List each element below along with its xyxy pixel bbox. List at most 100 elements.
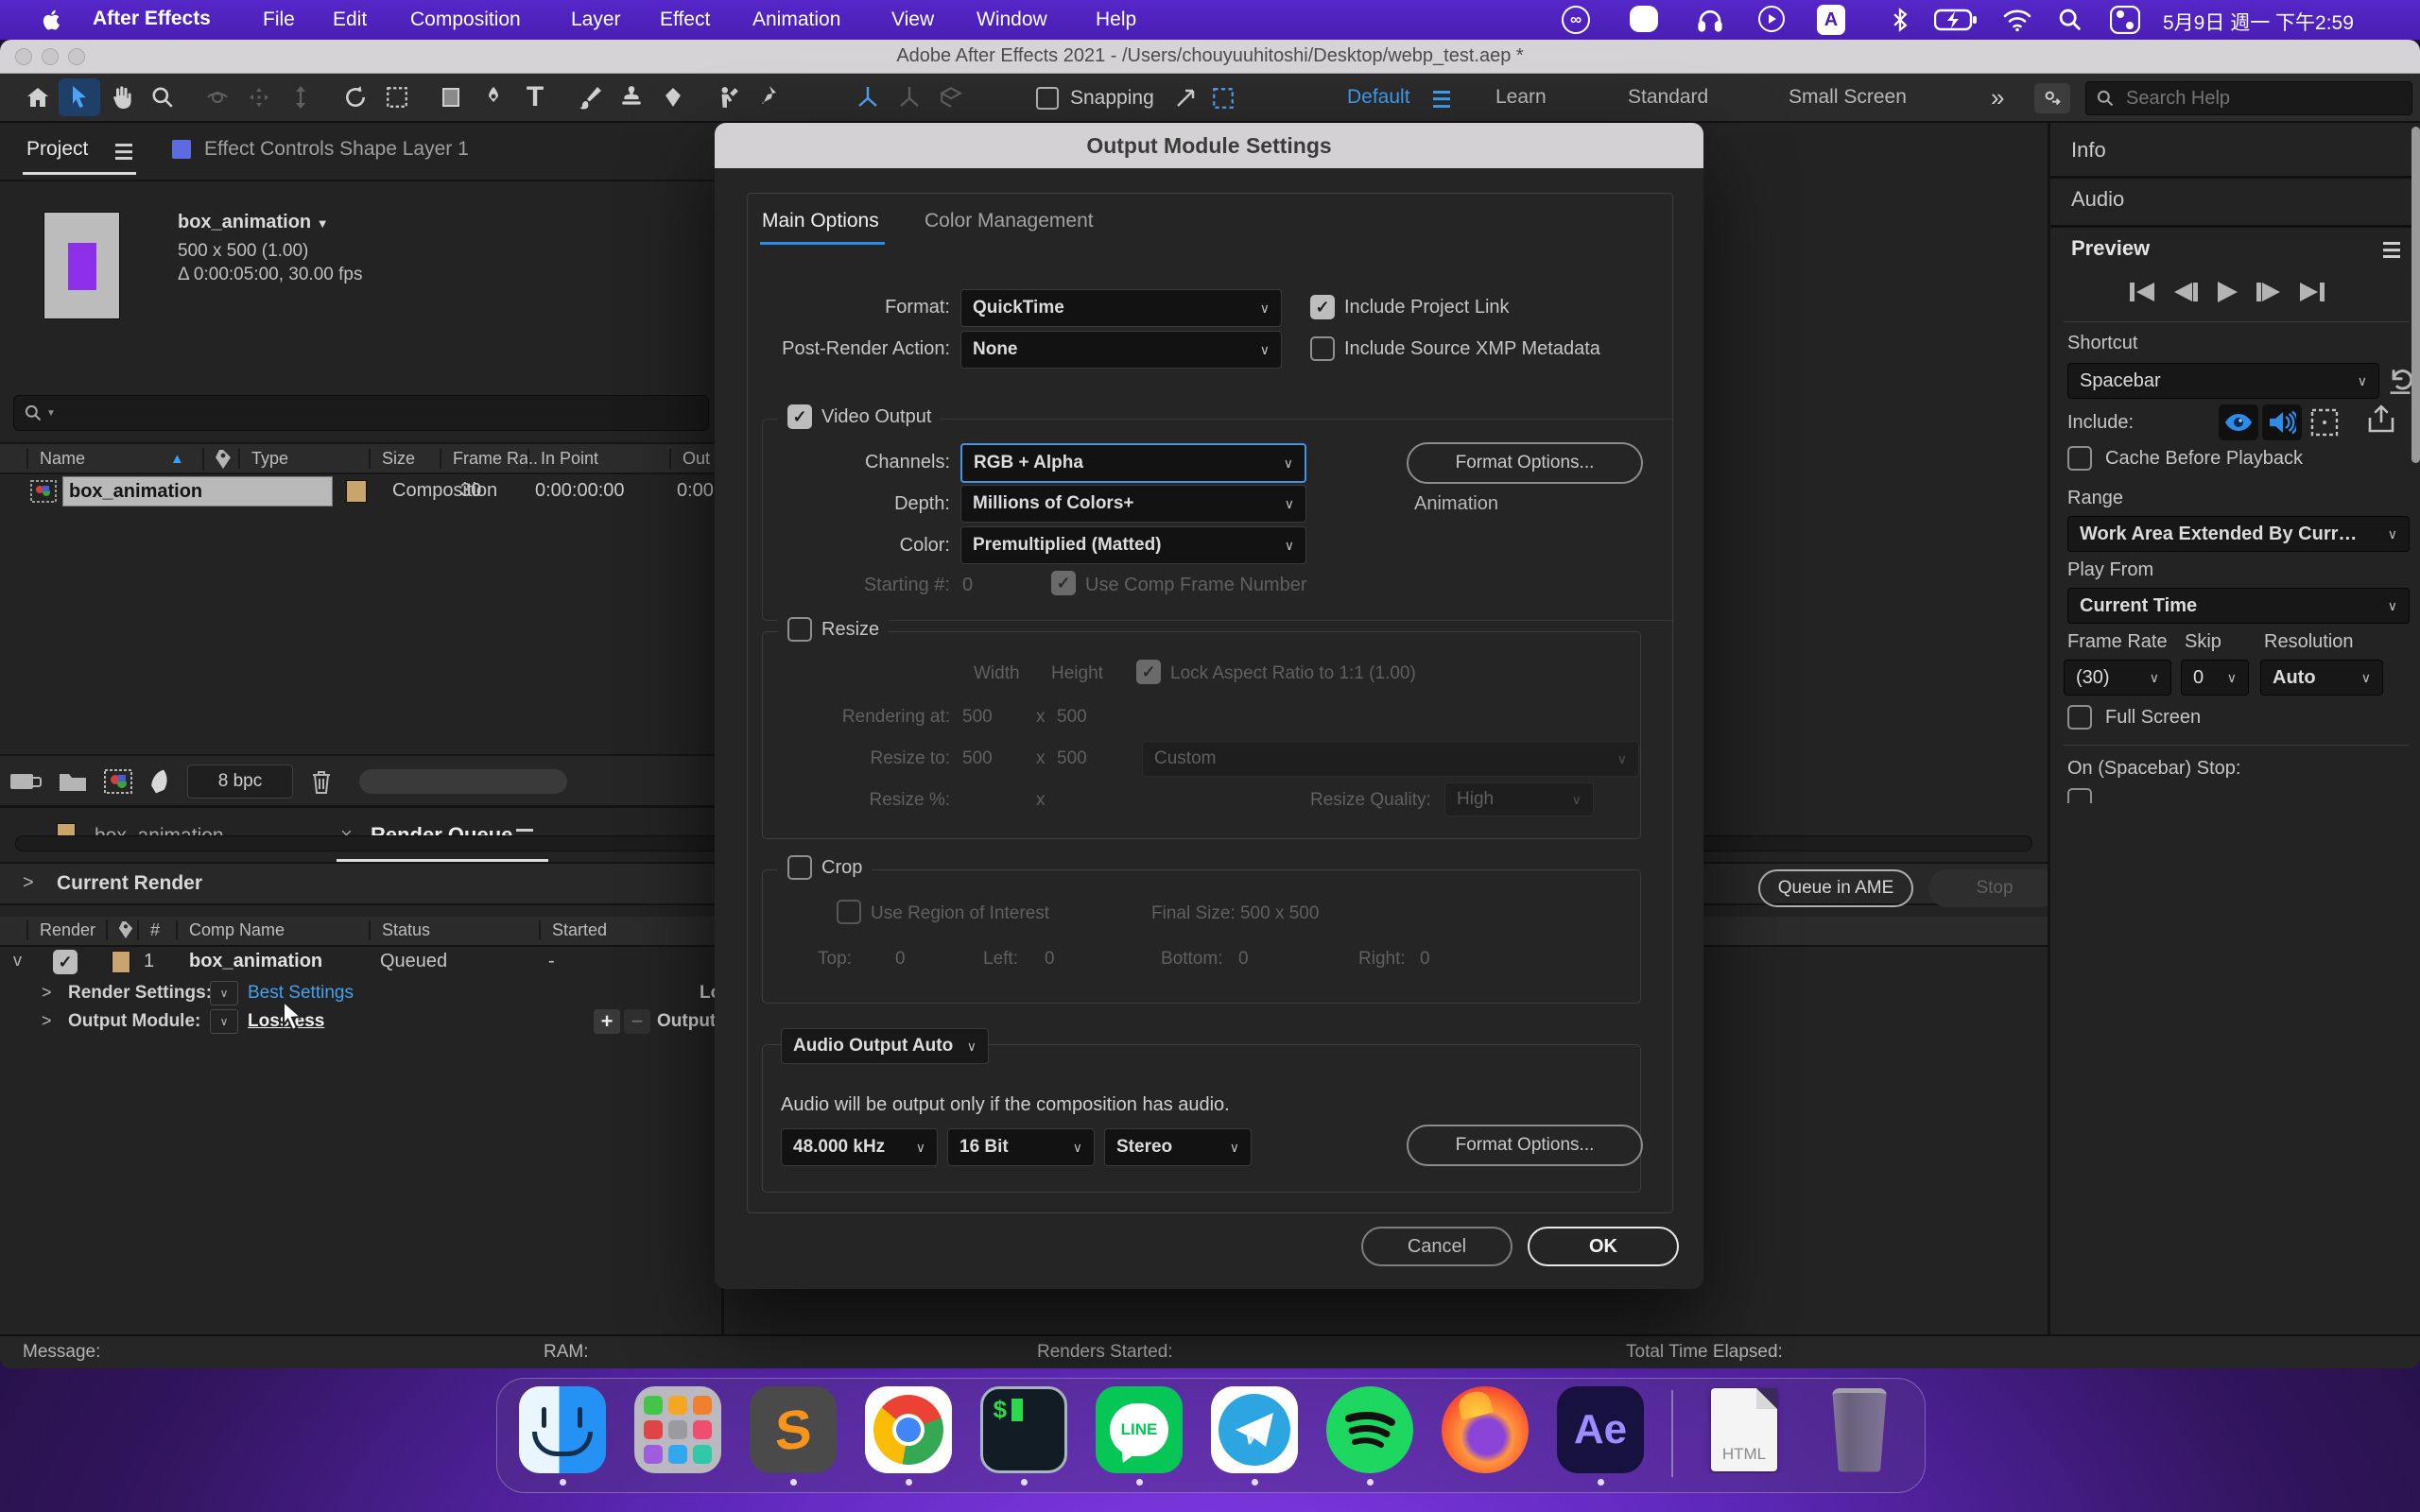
roi-checkbox[interactable] xyxy=(837,900,861,924)
include-audio-button[interactable] xyxy=(2262,404,2302,440)
rq-col-label-icon[interactable] xyxy=(106,919,134,940)
rq-row-expand[interactable]: v xyxy=(13,951,22,971)
control-center-icon[interactable] xyxy=(2110,6,2140,34)
hand-tool[interactable] xyxy=(100,78,142,116)
interpret-footage-icon[interactable] xyxy=(9,769,42,794)
rq-row-label-color[interactable] xyxy=(112,951,130,973)
project-hscrollbar[interactable] xyxy=(359,769,567,794)
shape-tool[interactable] xyxy=(431,78,473,116)
workspace-small-screen[interactable]: Small Screen xyxy=(1789,86,1907,109)
om-chevron[interactable]: > xyxy=(42,1011,52,1031)
dock-line[interactable]: LINE xyxy=(1095,1379,1184,1492)
menu-clock[interactable]: 5月9日 週一 下午2:59 xyxy=(2163,8,2354,36)
row-name-selected[interactable]: box_animation xyxy=(62,476,333,507)
include-overlays-button[interactable] xyxy=(2308,406,2342,438)
skip-dropdown[interactable]: 0 ∨ xyxy=(2181,660,2249,696)
panel-preview[interactable]: Preview xyxy=(2071,236,2150,261)
world-axis-icon[interactable] xyxy=(889,78,930,116)
audio-rate-dropdown[interactable]: 48.000 kHz ∨ xyxy=(781,1128,938,1166)
workspace-overflow[interactable]: » xyxy=(1991,83,2004,112)
depth-dropdown[interactable]: Millions of Colors+ ∨ xyxy=(960,485,1306,523)
rq-col-started[interactable]: Started xyxy=(539,920,607,940)
channels-dropdown[interactable]: RGB + Alpha ∨ xyxy=(960,443,1306,483)
dock-telegram[interactable] xyxy=(1210,1379,1299,1492)
rq-col-render[interactable]: Render xyxy=(26,920,95,940)
play-from-dropdown[interactable]: Current Time ∨ xyxy=(2067,588,2410,624)
brush-tool[interactable] xyxy=(569,78,611,116)
project-search-box[interactable]: ▼ xyxy=(13,395,709,431)
row-label-color[interactable] xyxy=(346,480,367,503)
stop-button[interactable]: Stop xyxy=(1928,869,2061,907)
creative-cloud-icon[interactable]: ∞ xyxy=(1562,6,1590,34)
menu-file[interactable]: File xyxy=(263,9,295,31)
rs-dropdown[interactable]: ∨ xyxy=(210,981,238,1005)
dock-firefox[interactable] xyxy=(1441,1379,1530,1492)
workspace-standard[interactable]: Standard xyxy=(1628,86,1708,109)
audio-depth-dropdown[interactable]: 16 Bit ∨ xyxy=(947,1128,1095,1166)
include-project-link-checkbox[interactable]: ✓ xyxy=(1310,295,1335,319)
last-frame-button[interactable] xyxy=(2298,280,2326,304)
search-help-input[interactable] xyxy=(2124,87,2393,111)
dialog-title-bar[interactable]: Output Module Settings xyxy=(715,123,1703,168)
cache-before-playback-checkbox[interactable] xyxy=(2067,446,2092,471)
new-composition-icon[interactable] xyxy=(104,769,132,794)
crop-left-value[interactable]: 0 xyxy=(1045,949,1055,970)
resize-checkbox[interactable] xyxy=(787,617,812,642)
clone-stamp-tool[interactable] xyxy=(611,78,652,116)
home-tool[interactable] xyxy=(17,78,59,116)
pen-tool[interactable] xyxy=(473,78,514,116)
panel-info[interactable]: Info xyxy=(2071,138,2106,163)
col-name[interactable]: Name xyxy=(26,449,85,469)
dock-trash[interactable] xyxy=(1815,1379,1904,1492)
rs-chevron[interactable]: > xyxy=(42,983,52,1003)
next-frame-button[interactable] xyxy=(2255,280,2283,304)
video-format-options-button[interactable]: Format Options... xyxy=(1407,442,1643,484)
resize-preset-dropdown[interactable]: Custom ∨ xyxy=(1142,741,1639,777)
eraser-tool[interactable] xyxy=(652,78,694,116)
workspace-settings-icon[interactable] xyxy=(2034,83,2070,113)
clipped-checkbox[interactable] xyxy=(2067,788,2092,803)
wifi-icon[interactable] xyxy=(2002,7,2032,33)
tab-main-options[interactable]: Main Options xyxy=(762,210,879,232)
bluetooth-icon[interactable] xyxy=(1887,6,1913,34)
new-folder-icon[interactable] xyxy=(59,770,87,793)
use-comp-frame-checkbox[interactable]: ✓ xyxy=(1051,571,1076,595)
dock-chrome[interactable] xyxy=(864,1379,953,1492)
menu-window[interactable]: Window xyxy=(977,9,1047,31)
rq-row[interactable]: v ✓ 1 box_animation Queued - xyxy=(0,947,721,981)
full-screen-checkbox[interactable] xyxy=(2067,705,2092,730)
pan-camera-tool[interactable] xyxy=(238,78,280,116)
line-status-icon[interactable] xyxy=(1630,6,1658,32)
workspace-default[interactable]: Default xyxy=(1347,86,1410,109)
menu-effect[interactable]: Effect xyxy=(660,9,710,31)
current-render-chevron[interactable]: > xyxy=(23,872,34,894)
rq-row-checkbox[interactable]: ✓ xyxy=(53,950,78,974)
preview-panel-menu[interactable] xyxy=(2383,242,2400,263)
tab-project[interactable]: Project xyxy=(26,138,88,161)
marquee-icon[interactable] xyxy=(1202,79,1244,117)
starting-number-value[interactable]: 0 xyxy=(962,575,973,596)
range-dropdown[interactable]: Work Area Extended By Current ... ∨ xyxy=(2067,516,2410,552)
play-button[interactable] xyxy=(2215,280,2239,304)
menu-composition[interactable]: Composition xyxy=(410,9,521,31)
resize-to-height[interactable]: 500 xyxy=(1057,748,1087,769)
right-panel-scrollbar[interactable] xyxy=(2411,127,2420,463)
post-render-dropdown[interactable]: None ∨ xyxy=(960,331,1282,369)
puppet-pin-tool[interactable] xyxy=(749,78,790,116)
include-xmp-checkbox[interactable] xyxy=(1310,336,1335,361)
menu-help[interactable]: Help xyxy=(1096,9,1136,31)
dock-spotify[interactable] xyxy=(1325,1379,1414,1492)
rq-col-number[interactable]: # xyxy=(137,920,160,940)
include-video-button[interactable] xyxy=(2219,404,2258,440)
crop-right-value[interactable]: 0 xyxy=(1420,949,1430,970)
audio-format-options-button[interactable]: Format Options... xyxy=(1407,1125,1643,1166)
dolly-camera-tool[interactable] xyxy=(280,78,321,116)
snapping-checkbox[interactable] xyxy=(1036,87,1059,110)
dock-launchpad[interactable] xyxy=(633,1379,722,1492)
local-axis-icon[interactable] xyxy=(847,78,889,116)
roto-brush-tool[interactable] xyxy=(707,78,749,116)
snap-arrow-icon[interactable] xyxy=(1165,79,1206,117)
workspace-learn[interactable]: Learn xyxy=(1495,86,1547,109)
dock-terminal[interactable]: $ xyxy=(979,1379,1068,1492)
tab-color-management[interactable]: Color Management xyxy=(925,210,1094,232)
